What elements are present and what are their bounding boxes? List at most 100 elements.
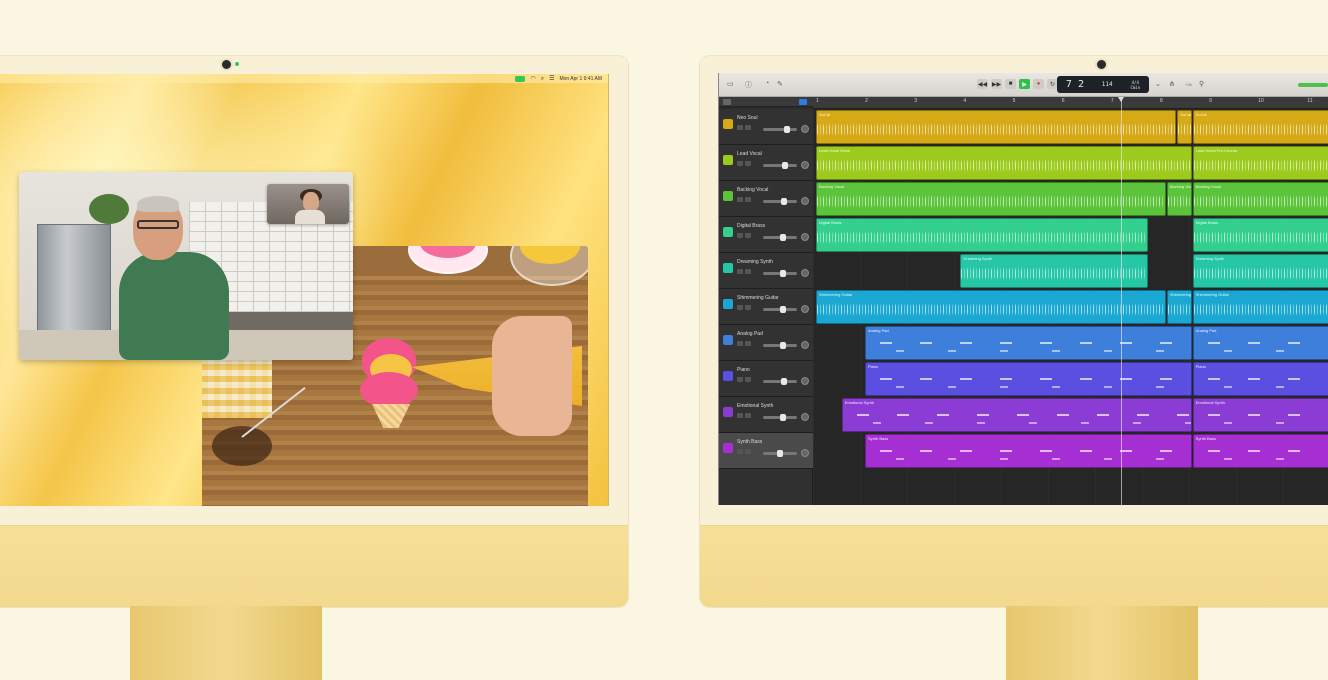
track-name[interactable]: Backing Vocal: [737, 187, 768, 193]
mute-button[interactable]: [737, 341, 743, 346]
mute-button[interactable]: [737, 233, 743, 238]
rewind-icon[interactable]: ◀◀: [977, 79, 988, 89]
stop-icon[interactable]: ■: [1005, 79, 1016, 89]
mute-button[interactable]: [737, 269, 743, 274]
mute-button[interactable]: [737, 377, 743, 382]
solo-button[interactable]: [745, 341, 751, 346]
audio-region[interactable]: SoCal: [816, 110, 1177, 144]
volume-fader[interactable]: [763, 450, 797, 457]
solo-button[interactable]: [745, 449, 751, 454]
instrument-icon[interactable]: [723, 407, 733, 417]
solo-button[interactable]: [745, 269, 751, 274]
midi-region[interactable]: Analog Pad: [865, 326, 1192, 360]
forward-icon[interactable]: ▶▶: [991, 79, 1002, 89]
volume-fader-knob[interactable]: [779, 306, 786, 313]
track-name[interactable]: Lead Vocal: [737, 151, 762, 157]
pan-knob[interactable]: [801, 197, 809, 205]
pan-knob[interactable]: [801, 233, 809, 241]
volume-fader[interactable]: [763, 414, 797, 421]
audio-region[interactable]: Digital Brass: [1192, 218, 1328, 252]
track-header[interactable]: Lead Vocal: [719, 145, 813, 181]
tuner-icon[interactable]: ⋔: [1169, 80, 1175, 88]
track-header[interactable]: Piano: [719, 361, 813, 397]
solo-button[interactable]: [745, 377, 751, 382]
volume-fader[interactable]: [763, 162, 797, 169]
volume-fader-knob[interactable]: [780, 414, 787, 421]
track-header[interactable]: Dreaming Synth: [719, 253, 813, 289]
solo-button[interactable]: [745, 233, 751, 238]
volume-fader[interactable]: [763, 234, 797, 241]
pan-knob[interactable]: [801, 413, 809, 421]
midi-region[interactable]: Synth Bass: [1192, 434, 1328, 468]
instrument-icon[interactable]: [723, 227, 733, 237]
track-name[interactable]: Shimmering Guitar: [737, 295, 779, 301]
instrument-icon[interactable]: [723, 371, 733, 381]
track-name[interactable]: Neo Soul: [737, 115, 758, 121]
track-header[interactable]: Backing Vocal: [719, 181, 813, 217]
search-icon[interactable]: ⌕: [541, 76, 544, 82]
mute-button[interactable]: [737, 449, 743, 454]
instrument-icon[interactable]: [723, 299, 733, 309]
instrument-icon[interactable]: [723, 119, 733, 129]
instrument-icon[interactable]: [723, 191, 733, 201]
user-icon[interactable]: ⚲: [1199, 80, 1204, 88]
volume-fader[interactable]: [763, 342, 797, 349]
mute-button[interactable]: [737, 305, 743, 310]
pan-knob[interactable]: [801, 161, 809, 169]
control-center-icon[interactable]: ☰: [549, 76, 554, 82]
instrument-icon[interactable]: [723, 443, 733, 453]
inspector-icon[interactable]: ⓘ: [745, 80, 752, 90]
pan-knob[interactable]: [801, 269, 809, 277]
audio-region[interactable]: Lead Vocal Verse: [816, 146, 1192, 180]
master-volume-slider[interactable]: [1298, 83, 1328, 87]
track-name[interactable]: Digital Brass: [737, 223, 765, 229]
track-name[interactable]: Synth Bass: [737, 439, 762, 445]
editors-icon[interactable]: ✎: [777, 80, 783, 88]
playhead[interactable]: [1117, 97, 1124, 505]
volume-fader-knob[interactable]: [780, 270, 787, 277]
instrument-icon[interactable]: [723, 263, 733, 273]
volume-fader-knob[interactable]: [781, 378, 788, 385]
volume-fader[interactable]: [763, 126, 797, 133]
solo-button[interactable]: [745, 161, 751, 166]
instrument-icon[interactable]: [723, 155, 733, 165]
track-header[interactable]: Emotional Synth: [719, 397, 813, 433]
audio-region[interactable]: SoCal: [1177, 110, 1192, 144]
track-name[interactable]: Piano: [737, 367, 750, 373]
facetime-pip-video[interactable]: [19, 172, 353, 360]
pan-knob[interactable]: [801, 449, 809, 457]
instrument-icon[interactable]: [723, 335, 733, 345]
lcd-dropdown-icon[interactable]: ⌄: [1155, 80, 1161, 88]
pan-knob[interactable]: [801, 341, 809, 349]
wifi-icon[interactable]: ◠: [530, 76, 535, 82]
pan-knob[interactable]: [801, 305, 809, 313]
play-icon[interactable]: ▶: [1019, 79, 1030, 89]
volume-fader[interactable]: [763, 378, 797, 385]
mute-button[interactable]: [737, 413, 743, 418]
add-track-button[interactable]: [723, 99, 731, 105]
lcd-display[interactable]: 7 2 114 4/4 Cmin: [1057, 76, 1149, 93]
track-header[interactable]: Analog Pad: [719, 325, 813, 361]
volume-fader-knob[interactable]: [780, 342, 787, 349]
audio-region[interactable]: Backing Vocal: [1192, 182, 1328, 216]
audio-region[interactable]: SoCal: [1192, 110, 1328, 144]
audio-region[interactable]: Shimmering Guitar: [1166, 290, 1192, 324]
audio-region[interactable]: Digital Brass: [816, 218, 1148, 252]
mute-button[interactable]: [737, 161, 743, 166]
volume-fader-knob[interactable]: [784, 126, 791, 133]
pan-knob[interactable]: [801, 125, 809, 133]
audio-region[interactable]: Shimmering Guitar: [1192, 290, 1328, 324]
midi-region[interactable]: Piano: [865, 362, 1192, 396]
track-name[interactable]: Dreaming Synth: [737, 259, 773, 265]
pan-knob[interactable]: [801, 377, 809, 385]
mute-button[interactable]: [737, 125, 743, 130]
catch-playhead-button[interactable]: [799, 99, 807, 105]
audio-region[interactable]: Lead Vocal Pre-Chorus: [1192, 146, 1328, 180]
playhead-handle[interactable]: [1117, 97, 1124, 102]
solo-button[interactable]: [745, 305, 751, 310]
audio-region[interactable]: Backing Vocal: [816, 182, 1166, 216]
smart-controls-icon[interactable]: ◔: [765, 80, 769, 87]
track-header[interactable]: Synth Bass: [719, 433, 813, 469]
count-in-label[interactable]: +36: [1185, 82, 1192, 87]
midi-region[interactable]: Emotional Synth: [1192, 398, 1328, 432]
